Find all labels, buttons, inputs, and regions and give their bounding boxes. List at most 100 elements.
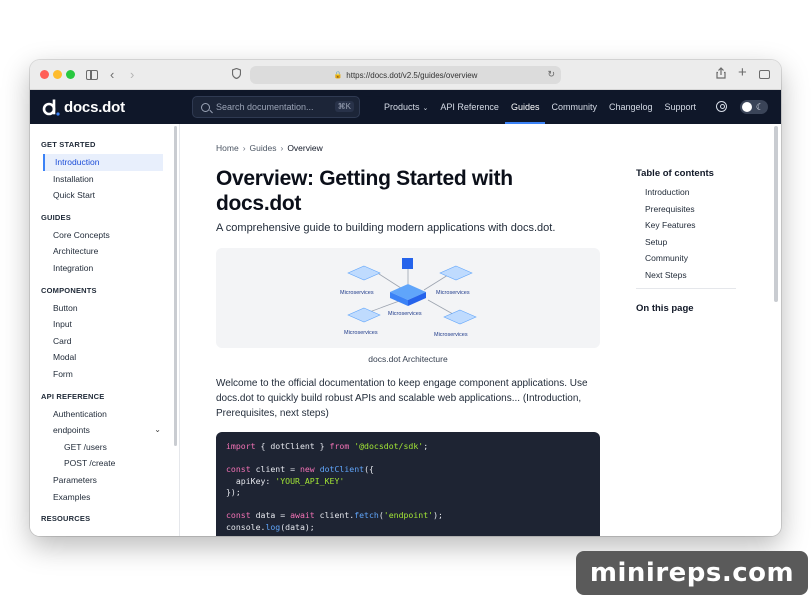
sidebar-item-endpoints[interactable]: endpoints ⌄ bbox=[30, 422, 179, 439]
code-token: client = bbox=[250, 464, 300, 474]
architecture-diagram-svg: Microservices Microservices Microservice… bbox=[340, 258, 477, 338]
code-token: log bbox=[265, 521, 281, 532]
back-arrow-icon[interactable]: ‹ bbox=[110, 67, 114, 83]
nav-products[interactable]: Products ⌄ bbox=[378, 90, 434, 124]
code-token: apiKey: bbox=[226, 475, 276, 486]
toc-divider bbox=[636, 288, 736, 289]
sidebar-section-api-reference: API REFERENCE bbox=[41, 391, 105, 401]
toc-list: Introduction Prerequisites Key Features … bbox=[645, 184, 696, 284]
sidebar-item-get-users[interactable]: GET /users bbox=[30, 439, 179, 456]
sidebar-item-post-create[interactable]: POST /create bbox=[30, 455, 179, 472]
diagram-label: Microservices bbox=[434, 332, 468, 338]
toc-title: Table of contents bbox=[636, 168, 714, 179]
code-token: ); bbox=[433, 510, 443, 520]
site-logo[interactable]: docs.dot bbox=[42, 98, 125, 116]
page-subtitle: A comprehensive guide to building modern… bbox=[216, 222, 556, 234]
sidebar-toggle-icon[interactable] bbox=[86, 70, 98, 80]
search-box[interactable]: ⌘K bbox=[192, 96, 360, 118]
toc-item-introduction[interactable]: Introduction bbox=[645, 184, 696, 201]
docs-sidebar: GET STARTED Introduction Installation Qu… bbox=[30, 124, 180, 536]
chevron-right-icon: › bbox=[242, 143, 246, 153]
toc-item-community[interactable]: Community bbox=[645, 250, 696, 267]
diagram-label: Microservices bbox=[340, 290, 374, 296]
reload-icon[interactable]: ↻ bbox=[547, 69, 555, 80]
code-token: 'YOUR_API_KEY' bbox=[275, 475, 345, 486]
code-token: client. bbox=[314, 510, 355, 520]
sidebar-item-core-concepts[interactable]: Core Concepts bbox=[30, 227, 179, 244]
nav-community[interactable]: Community bbox=[545, 90, 603, 124]
chevron-right-icon: › bbox=[280, 143, 284, 153]
sidebar-section-guides: GUIDES bbox=[41, 212, 71, 222]
page-title: Overview: Getting Started with docs.dot bbox=[216, 167, 513, 215]
figure-caption: docs.dot Architecture bbox=[368, 354, 448, 364]
code-token: 'endpoint' bbox=[383, 510, 434, 520]
breadcrumb-home[interactable]: Home bbox=[216, 143, 239, 153]
sidebar-item-button[interactable]: Button bbox=[30, 300, 179, 317]
sidebar-item-parameters[interactable]: Parameters bbox=[30, 472, 179, 489]
chevron-down-icon: ⌄ bbox=[154, 425, 161, 435]
user-account-icon[interactable] bbox=[716, 101, 727, 112]
top-nav: Products ⌄ API Reference Guides Community… bbox=[378, 90, 702, 124]
breadcrumb-current: Overview bbox=[287, 143, 323, 153]
sidebar-section-components: COMPONENTS bbox=[41, 285, 97, 295]
logo-mark-icon bbox=[42, 98, 60, 116]
watermark: minireps.com bbox=[576, 551, 808, 595]
code-token: await bbox=[290, 510, 315, 520]
code-token: { dotClient } bbox=[255, 441, 330, 451]
sidebar-item-input[interactable]: Input bbox=[30, 316, 179, 333]
sidebar-item-authentication[interactable]: Authentication bbox=[30, 406, 179, 423]
sidebar-item-integration[interactable]: Integration bbox=[30, 260, 179, 277]
theme-toggle[interactable]: ☾ bbox=[740, 100, 768, 114]
toc-item-prerequisites[interactable]: Prerequisites bbox=[645, 201, 696, 218]
page-scrollbar[interactable] bbox=[774, 126, 778, 302]
nav-changelog[interactable]: Changelog bbox=[603, 90, 659, 124]
sidebar-item-introduction[interactable]: Introduction bbox=[43, 154, 163, 171]
sidebar-item-card[interactable]: Card bbox=[30, 333, 179, 350]
forward-arrow-icon[interactable]: › bbox=[130, 67, 134, 83]
toc-item-key-features[interactable]: Key Features bbox=[645, 217, 696, 234]
breadcrumb-guides[interactable]: Guides bbox=[250, 143, 277, 153]
search-input[interactable] bbox=[216, 102, 326, 112]
sidebar-item-installation[interactable]: Installation bbox=[30, 171, 179, 188]
logo-text: docs.dot bbox=[64, 98, 125, 116]
code-block[interactable]: import { dotClient } from '@docsdot/sdk'… bbox=[216, 432, 600, 536]
shield-icon[interactable] bbox=[231, 67, 242, 83]
sidebar-item-architecture[interactable]: Architecture bbox=[30, 243, 179, 260]
code-token: (data); bbox=[280, 521, 315, 532]
nav-guides[interactable]: Guides bbox=[504, 90, 546, 124]
sidebar-item-modal[interactable]: Modal bbox=[30, 349, 179, 366]
new-tab-icon[interactable]: + bbox=[738, 65, 747, 81]
sidebar-item-examples[interactable]: Examples bbox=[30, 489, 179, 506]
toc-item-setup[interactable]: Setup bbox=[645, 234, 696, 251]
sidebar-item-quick-start[interactable]: Quick Start bbox=[30, 187, 179, 204]
code-token: '@docsdot/sdk' bbox=[354, 441, 424, 451]
table-of-contents: Table of contents Introduction Prerequis… bbox=[636, 124, 766, 536]
address-bar[interactable]: 🔒 https://docs.dot/v2.5/guides/overview … bbox=[250, 66, 561, 84]
code-token: from bbox=[329, 441, 350, 451]
site-header: docs.dot ⌘K Products⌄ API Reference Guid… bbox=[30, 90, 781, 124]
lock-icon: 🔒 bbox=[333, 72, 343, 79]
code-token: const bbox=[226, 464, 251, 474]
search-icon bbox=[201, 102, 210, 112]
browser-titlebar: ‹ › 🔒 https://docs.dot/v2.5/guides/overv… bbox=[30, 60, 781, 90]
toggle-knob bbox=[742, 102, 752, 112]
close-window-button[interactable] bbox=[40, 70, 49, 79]
nav-products-label: Products bbox=[384, 102, 420, 112]
nav-support[interactable]: Support bbox=[659, 90, 703, 124]
minimize-window-button[interactable] bbox=[53, 70, 62, 79]
maximize-window-button[interactable] bbox=[66, 70, 75, 79]
nav-api-reference[interactable]: API Reference bbox=[434, 90, 505, 124]
url-text: https://docs.dot/v2.5/guides/overview bbox=[346, 70, 478, 80]
search-shortcut: ⌘K bbox=[334, 101, 354, 112]
code-token: ({ bbox=[364, 464, 374, 474]
code-token: dotClient bbox=[319, 464, 365, 474]
moon-icon: ☾ bbox=[755, 102, 764, 112]
browser-window: ‹ › 🔒 https://docs.dot/v2.5/guides/overv… bbox=[30, 60, 781, 536]
diagram-label: Microservices bbox=[388, 311, 422, 317]
code-token: fetch bbox=[354, 510, 379, 520]
toc-item-next-steps[interactable]: Next Steps bbox=[645, 267, 696, 284]
sidebar-item-form[interactable]: Form bbox=[30, 366, 179, 383]
tab-overview-icon[interactable] bbox=[759, 70, 770, 79]
sidebar-scrollbar[interactable] bbox=[174, 126, 177, 446]
share-icon[interactable] bbox=[716, 67, 726, 83]
